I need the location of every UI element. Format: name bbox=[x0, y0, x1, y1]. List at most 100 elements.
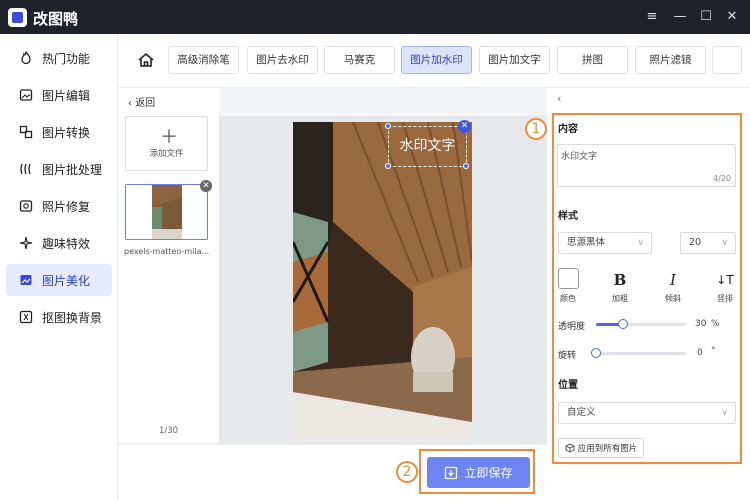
vertical-text-button[interactable]: ↓T bbox=[713, 268, 737, 292]
tab-add-text[interactable]: 图片加文字 bbox=[479, 46, 550, 74]
vertical-text-label: 竖排 bbox=[717, 294, 733, 303]
sidebar-item-convert[interactable]: 图片转换 bbox=[6, 116, 112, 148]
position-section-title: 位置 bbox=[558, 380, 578, 391]
file-name: pexels-matteo-mila... bbox=[124, 247, 210, 256]
position-select[interactable]: 自定义 ∨ bbox=[558, 402, 736, 424]
apply-all-label: 应用到所有图片 bbox=[577, 444, 638, 454]
sidebar-item-label: 图片编辑 bbox=[42, 88, 91, 103]
resize-handle-bl[interactable] bbox=[385, 163, 391, 169]
annotation-number-2: 2 bbox=[396, 461, 418, 483]
font-select[interactable]: 思源黑体 ∨ bbox=[558, 232, 652, 254]
sidebar-item-label: 图片批处理 bbox=[42, 162, 103, 177]
watermark-text: 水印文字 bbox=[399, 138, 456, 154]
bold-button[interactable]: B bbox=[608, 268, 632, 292]
close-button[interactable]: ✕ bbox=[722, 7, 742, 27]
italic-label: 倾斜 bbox=[665, 294, 681, 303]
file-thumbnail[interactable] bbox=[125, 184, 208, 240]
cutout-icon bbox=[18, 309, 34, 325]
fire-icon bbox=[18, 50, 34, 66]
rotate-unit: ° bbox=[711, 346, 716, 356]
sidebar-item-label: 图片转换 bbox=[42, 125, 91, 140]
convert-icon bbox=[18, 124, 34, 140]
beautify-icon bbox=[18, 272, 34, 288]
panel-collapse-icon[interactable]: ‹ bbox=[557, 92, 561, 105]
photo-preview bbox=[293, 122, 472, 439]
watermark-box[interactable]: 水印文字 bbox=[388, 126, 467, 167]
tab-remove-watermark[interactable]: 图片去水印 bbox=[247, 46, 318, 74]
page-count: 1/30 bbox=[158, 426, 179, 436]
file-list-panel: ‹ 返回 ＋ 添加文件 pexels-matteo-mila... 1/30 bbox=[118, 88, 219, 442]
resize-handle-tl[interactable] bbox=[385, 123, 391, 129]
rotate-label: 旋转 bbox=[558, 351, 577, 361]
watermark-content-input[interactable]: 水印文字 4/20 bbox=[557, 144, 736, 187]
opacity-value: 30 bbox=[695, 319, 707, 329]
sidebar-item-label: 热门功能 bbox=[42, 51, 91, 66]
bold-label: 加粗 bbox=[612, 294, 628, 303]
remove-watermark-icon[interactable]: ✕ bbox=[458, 120, 471, 133]
tab-mosaic[interactable]: 马赛克 bbox=[324, 46, 395, 74]
tab-photo-filter[interactable]: 照片滤镜 bbox=[635, 46, 706, 74]
tab-collage[interactable]: 拼图 bbox=[557, 46, 628, 74]
sidebar-item-beautify[interactable]: 图片美化 bbox=[6, 264, 112, 296]
sidebar: 热门功能 图片编辑 图片转换 图片批处理 照片修复 趣味特效 图片美化 抠图换背… bbox=[0, 34, 118, 500]
chevron-left-icon: ‹ bbox=[128, 98, 132, 109]
tab-advanced-eraser[interactable]: 高级消除笔 bbox=[168, 46, 239, 74]
home-icon[interactable] bbox=[136, 50, 156, 70]
cube-icon bbox=[565, 443, 575, 453]
style-section-title: 样式 bbox=[558, 211, 578, 222]
opacity-label: 透明度 bbox=[558, 322, 586, 332]
opacity-slider[interactable] bbox=[596, 323, 686, 326]
chevron-down-icon: ∨ bbox=[721, 408, 728, 418]
sidebar-item-photo-repair[interactable]: 照片修复 bbox=[6, 190, 112, 222]
position-value: 自定义 bbox=[567, 407, 596, 418]
font-size-value: 20 bbox=[689, 237, 702, 248]
maximize-button[interactable]: ☐ bbox=[696, 7, 716, 27]
content-value: 水印文字 bbox=[561, 152, 598, 162]
resize-handle-br[interactable] bbox=[463, 163, 469, 169]
title-bar: 改图鸭 ≡ — ☐ ✕ bbox=[0, 0, 750, 34]
add-file-label: 添加文件 bbox=[149, 149, 184, 159]
save-highlight-frame bbox=[419, 449, 535, 494]
sidebar-item-label: 图片美化 bbox=[42, 273, 91, 288]
annotation-number-1: 1 bbox=[525, 118, 547, 140]
sidebar-item-label: 抠图换背景 bbox=[42, 310, 103, 325]
tab-add-watermark[interactable]: 图片加水印 bbox=[401, 46, 472, 74]
image-edit-icon bbox=[18, 87, 34, 103]
italic-button[interactable]: I bbox=[661, 268, 685, 292]
rotate-value: 0 bbox=[697, 348, 703, 358]
tool-tabs-bar: 高级消除笔 图片去水印 马赛克 图片加水印 图片加文字 拼图 照片滤镜 bbox=[118, 34, 750, 88]
app-logo-icon bbox=[8, 8, 27, 27]
photo-repair-icon bbox=[18, 198, 34, 214]
content-section-title: 内容 bbox=[558, 124, 578, 135]
char-count: 4/20 bbox=[713, 174, 731, 183]
opacity-unit: % bbox=[711, 319, 720, 329]
tab-more[interactable] bbox=[712, 46, 742, 74]
color-picker[interactable] bbox=[558, 268, 579, 289]
sidebar-item-label: 趣味特效 bbox=[42, 236, 91, 251]
sidebar-item-effects[interactable]: 趣味特效 bbox=[6, 227, 112, 259]
sidebar-item-cutout[interactable]: 抠图换背景 bbox=[6, 301, 112, 333]
add-file-button[interactable]: ＋ 添加文件 bbox=[125, 116, 208, 171]
batch-icon bbox=[18, 161, 34, 177]
chevron-down-icon: ∨ bbox=[637, 238, 644, 248]
sidebar-item-hot[interactable]: 热门功能 bbox=[6, 42, 112, 74]
rotate-slider-knob[interactable] bbox=[591, 348, 601, 358]
back-link[interactable]: ‹ 返回 bbox=[128, 94, 155, 109]
font-value: 思源黑体 bbox=[567, 237, 606, 248]
chevron-down-icon: ∨ bbox=[721, 238, 728, 248]
menu-icon[interactable]: ≡ bbox=[642, 7, 662, 27]
minimize-button[interactable]: — bbox=[670, 7, 690, 27]
apply-to-all-button[interactable]: 应用到所有图片 bbox=[558, 438, 644, 458]
sidebar-item-label: 照片修复 bbox=[42, 199, 91, 214]
sidebar-item-batch[interactable]: 图片批处理 bbox=[6, 153, 112, 185]
app-title: 改图鸭 bbox=[33, 10, 79, 28]
color-label: 颜色 bbox=[560, 294, 576, 303]
font-size-select[interactable]: 20 ∨ bbox=[680, 232, 736, 254]
effects-icon bbox=[18, 235, 34, 251]
remove-file-icon[interactable]: ✕ bbox=[200, 180, 212, 192]
sidebar-item-image-edit[interactable]: 图片编辑 bbox=[6, 79, 112, 111]
rotate-slider[interactable] bbox=[596, 352, 686, 355]
opacity-slider-knob[interactable] bbox=[618, 319, 628, 329]
back-label: 返回 bbox=[135, 98, 156, 109]
thumbnail-image bbox=[126, 185, 207, 239]
